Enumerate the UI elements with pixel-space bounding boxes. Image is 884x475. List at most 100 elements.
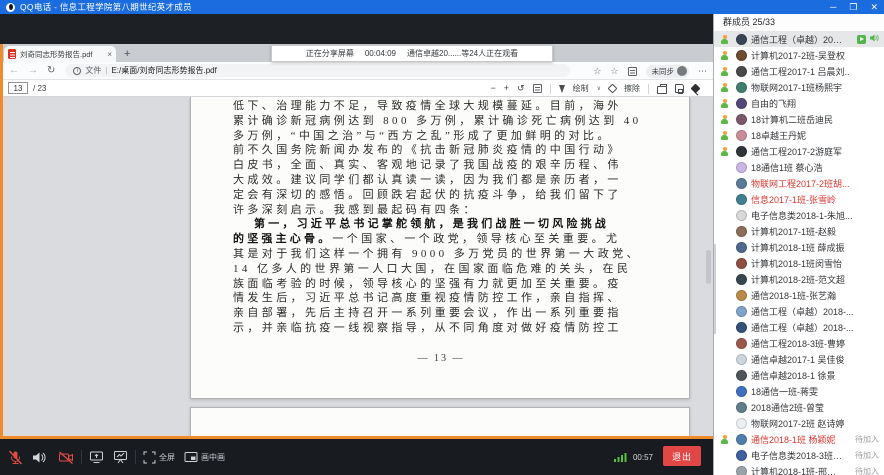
speaker-icon[interactable] bbox=[31, 450, 46, 465]
rotate-icon[interactable]: ↺ bbox=[517, 80, 525, 97]
whiteboard-icon[interactable] bbox=[113, 450, 128, 464]
member-row[interactable]: 计算机2018-1班-邢佳熹 待加入 bbox=[714, 463, 884, 475]
signal-strength-icon bbox=[614, 452, 628, 463]
member-row[interactable]: 电子信息类2018-3班-肖...待加入 bbox=[714, 447, 884, 463]
qq-logo-icon bbox=[6, 3, 15, 12]
online-status-icon bbox=[720, 51, 729, 61]
member-row[interactable]: 计算机2018-1班 薛成振 bbox=[714, 239, 884, 255]
avatar bbox=[736, 210, 747, 221]
page-number-label: — 13 — bbox=[191, 353, 691, 364]
draw-label[interactable]: 绘制 bbox=[573, 83, 589, 94]
picture-in-picture-icon[interactable] bbox=[184, 451, 198, 463]
member-row[interactable]: 18通信1班 蔡心浩 bbox=[714, 159, 884, 175]
favorites-bar-icon[interactable]: ☆ bbox=[610, 66, 618, 77]
member-list-scrollbar[interactable] bbox=[714, 244, 716, 334]
member-row[interactable]: 物联网工程2017-2班胡... bbox=[714, 175, 884, 191]
member-row[interactable]: 物联网2017-1班杨熙宇 bbox=[714, 79, 884, 95]
refresh-icon[interactable]: ↻ bbox=[47, 62, 55, 80]
waiting-to-join-label: 待加入 bbox=[855, 466, 879, 475]
tab-pdf[interactable]: 刘奇同志形势报告.pdf × bbox=[4, 46, 116, 62]
exit-call-button[interactable]: 退出 bbox=[663, 446, 701, 466]
address-bar[interactable]: i 文件 | E:/桌面/刘奇同志形势报告.pdf bbox=[65, 64, 570, 77]
back-icon[interactable]: ← bbox=[9, 62, 19, 80]
member-row[interactable]: 计算机2018-2班-范文超 bbox=[714, 271, 884, 287]
page-number-input[interactable] bbox=[8, 82, 28, 94]
member-row[interactable]: 通信工程（卓越）2018-... bbox=[714, 303, 884, 319]
member-name: 物联网2017-2班 赵诗婷 bbox=[751, 417, 884, 430]
maximize-button[interactable]: ❐ bbox=[849, 0, 857, 14]
member-name: 通信2018-1班 杨颖妮 bbox=[751, 433, 843, 446]
member-row[interactable]: 信息2017-1班-张雪岭 bbox=[714, 191, 884, 207]
share-screen-icon[interactable] bbox=[89, 450, 104, 464]
fullscreen-icon[interactable] bbox=[143, 451, 156, 464]
online-status-icon bbox=[720, 83, 729, 93]
eraser-icon[interactable] bbox=[608, 84, 618, 94]
address-path: E:/桌面/刘奇同志形势报告.pdf bbox=[111, 65, 216, 76]
close-button[interactable]: ✕ bbox=[870, 0, 878, 14]
member-row[interactable]: 通信卓越2018-1 徐景 bbox=[714, 367, 884, 383]
save-icon[interactable] bbox=[675, 84, 684, 93]
zoom-in-icon[interactable]: + bbox=[504, 80, 509, 97]
profile-avatar bbox=[677, 66, 687, 76]
draw-chevron-icon[interactable]: ∨ bbox=[597, 85, 601, 92]
pdf-scrollbar[interactable] bbox=[706, 250, 711, 284]
member-row[interactable]: 通信2018-1班-张艺瀚 bbox=[714, 287, 884, 303]
collections-icon[interactable] bbox=[628, 67, 637, 76]
forward-icon[interactable]: → bbox=[28, 62, 38, 80]
member-row[interactable]: 计算机2017-1班-赵毅 bbox=[714, 223, 884, 239]
member-panel-header: 群成员 25/33 bbox=[714, 14, 884, 31]
microphone-muted-icon[interactable] bbox=[8, 450, 23, 465]
member-row[interactable]: 通信卓越2017-1 吴佳俊 bbox=[714, 351, 884, 367]
member-row[interactable]: 通信2018-1班 杨颖妮 待加入 bbox=[714, 431, 884, 447]
document-line: 示，并亲临抗疫一线视察指导，从不同角度对做好疫情防控工 bbox=[233, 321, 657, 336]
picture-in-picture-label[interactable]: 画中画 bbox=[201, 452, 225, 463]
avatar bbox=[736, 434, 747, 445]
sharing-status-banner: 正在分享屏幕 00:04:09 通信卓越20......等24人正在观看 bbox=[271, 45, 553, 62]
profile-button[interactable]: 未同步 bbox=[646, 65, 690, 78]
member-name: 通信工程（卓越）2018-... bbox=[751, 305, 884, 318]
member-row[interactable]: 计算机2018-1班闵雪怡 bbox=[714, 255, 884, 271]
pin-toolbar-icon[interactable] bbox=[691, 84, 701, 94]
member-row[interactable]: 2018通信2班-曾莹 bbox=[714, 399, 884, 415]
sharing-duration: 00:04:09 bbox=[365, 49, 396, 58]
page-total-label: / 23 bbox=[33, 84, 46, 93]
waiting-to-join-label: 待加入 bbox=[855, 434, 879, 445]
member-name: 计算机2017-1班-赵毅 bbox=[751, 225, 884, 238]
member-row[interactable]: 通信工程2017-2游庭军 bbox=[714, 143, 884, 159]
member-row[interactable]: 18通信一班-蒋雯 bbox=[714, 383, 884, 399]
new-tab-button[interactable]: + bbox=[124, 46, 130, 62]
member-name: 计算机2018-1班-邢佳熹 bbox=[751, 465, 843, 475]
member-name: 2018通信2班-曾莹 bbox=[751, 401, 884, 414]
member-row[interactable]: 计算机2017-2班-吴登权 bbox=[714, 47, 884, 63]
member-row[interactable]: 通信工程（卓越）2018-... bbox=[714, 319, 884, 335]
member-row[interactable]: 18卓越王丹妮 bbox=[714, 127, 884, 143]
zoom-out-icon[interactable]: − bbox=[491, 80, 496, 97]
member-row[interactable]: 电子信息类2018-1-朱旭... bbox=[714, 207, 884, 223]
menu-dots-icon[interactable]: ⋯ bbox=[698, 66, 707, 77]
draw-pen-icon[interactable] bbox=[559, 85, 565, 93]
minimize-button[interactable]: ─ bbox=[830, 0, 836, 14]
fit-page-icon[interactable] bbox=[533, 84, 542, 93]
info-icon[interactable]: i bbox=[73, 67, 81, 75]
member-row[interactable]: 通信工程2018-3班-曹婷 bbox=[714, 335, 884, 351]
document-line: 亲自部署，先后主持召开一系列重要会议，作出一系列重要指 bbox=[233, 306, 657, 321]
favorite-star-icon[interactable]: ☆ bbox=[593, 66, 601, 77]
member-name: 18计算机二班岳迪民 bbox=[751, 113, 884, 126]
member-row[interactable]: 自由的飞翔 bbox=[714, 95, 884, 111]
presenting-icon bbox=[857, 35, 866, 44]
erase-label[interactable]: 擦除 bbox=[624, 83, 640, 94]
tab-close-icon[interactable]: × bbox=[107, 50, 112, 59]
fullscreen-label[interactable]: 全屏 bbox=[159, 452, 175, 463]
document-line: 定会有深切的感悟。回顾跌宕起伏的抗疫斗争，给我们留下了 bbox=[233, 188, 657, 203]
member-row[interactable]: 通信工程（卓越）2018-... bbox=[714, 31, 884, 47]
member-row[interactable]: 18计算机二班岳迪民 bbox=[714, 111, 884, 127]
camera-off-icon[interactable] bbox=[58, 450, 74, 465]
member-row[interactable]: 物联网2017-2班 赵诗婷 bbox=[714, 415, 884, 431]
member-row[interactable]: 通信工程2017-1 吕晨刘.. bbox=[714, 63, 884, 79]
avatar bbox=[736, 226, 747, 237]
avatar bbox=[736, 146, 747, 157]
avatar bbox=[736, 34, 747, 45]
document-line: 情发生后，习近平总书记高度重视疫情防控工作，亲自指挥、 bbox=[233, 291, 657, 306]
pdf-viewer[interactable]: 低下、治理能力不足，导致疫情全球大规模蔓延。目前，海外累计确诊新冠病例达到 80… bbox=[0, 97, 713, 436]
print-icon[interactable] bbox=[657, 86, 667, 94]
